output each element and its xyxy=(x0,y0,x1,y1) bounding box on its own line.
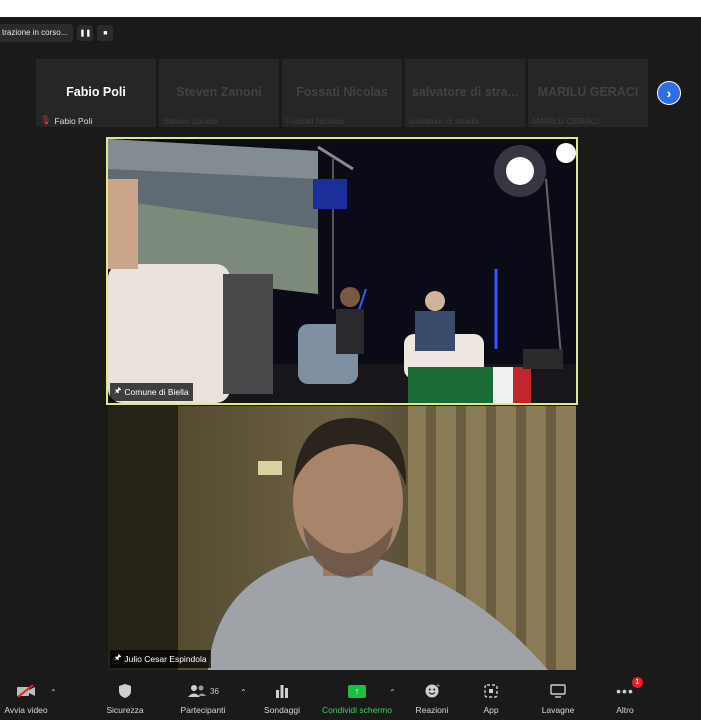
notification-badge: 1 xyxy=(631,677,643,688)
more-label: Altro xyxy=(616,705,634,715)
participant-name: Fossati Nicolas xyxy=(296,85,388,99)
participant-sub-name: Steven Zanoni xyxy=(163,116,218,126)
top-bar xyxy=(0,0,701,17)
participant-label: salvatore di strada xyxy=(409,116,478,126)
webcam-video-image xyxy=(108,406,576,670)
recording-status: trazione in corso... xyxy=(0,24,74,42)
participant-sub-name: salvatore di strada xyxy=(409,116,479,126)
whiteboards-button[interactable]: Lavagne xyxy=(536,680,580,715)
participant-count: 36 xyxy=(210,686,219,696)
participant-label: Fossati Nicolas xyxy=(286,116,344,126)
participant-sub-name: Fabio Poli xyxy=(54,115,93,126)
recording-indicator: trazione in corso... ❚❚ ■ xyxy=(0,24,114,42)
polls-button[interactable]: Sondaggi xyxy=(260,680,304,715)
video-name-tag: 🖈︎ Comune di Biella xyxy=(110,383,193,401)
participant-sub-name: MARILU GERACI xyxy=(532,116,600,126)
participants-label: Partecipanti xyxy=(180,705,226,715)
participant-name: Fabio Poli xyxy=(66,85,126,99)
video-participant-name: Julio Cesar Espindola xyxy=(124,654,207,664)
whiteboard-icon xyxy=(550,680,566,702)
video-off-icon xyxy=(16,680,36,702)
pin-icon: 🖈︎ xyxy=(114,386,122,395)
participant-name: MARILU GERACI xyxy=(537,85,639,99)
svg-text:+: + xyxy=(436,683,440,689)
bar-chart-icon xyxy=(275,680,289,702)
video-options-caret[interactable]: ⌃ xyxy=(50,688,57,697)
video-comune-di-biella[interactable]: 🖈︎ Comune di Biella xyxy=(106,137,578,405)
participant-strip: Fabio Poli 🎙︎ Fabio Poli Steven Zanoni S… xyxy=(36,59,648,127)
mic-muted-icon: 🎙︎ xyxy=(40,115,52,125)
participant-tile[interactable]: Fabio Poli 🎙︎ Fabio Poli xyxy=(36,59,156,127)
reactions-label: Reazioni xyxy=(415,705,449,715)
participants-button[interactable]: 36 Partecipanti xyxy=(172,680,234,715)
apps-label: App xyxy=(483,705,499,715)
share-screen-icon: ↑ xyxy=(348,684,366,698)
apps-button[interactable]: App xyxy=(474,680,508,715)
stop-icon[interactable]: ■ xyxy=(97,25,114,41)
meeting-toolbar: Avvia video ⌃ Sicurezza 36 Partecipanti … xyxy=(0,677,701,720)
share-options-caret[interactable]: ⌃ xyxy=(389,688,396,697)
participant-tile[interactable]: MARILU GERACI MARILU GERACI xyxy=(528,59,648,127)
participant-label: MARILU GERACI xyxy=(532,116,599,126)
more-icon: ••• 1 xyxy=(616,677,643,702)
polls-label: Sondaggi xyxy=(264,705,300,715)
more-button[interactable]: ••• 1 Altro xyxy=(608,677,643,715)
next-page-button[interactable]: › xyxy=(657,81,681,105)
security-button[interactable]: Sicurezza xyxy=(100,680,150,715)
video-name-tag: 🖈︎ Julio Cesar Espindola xyxy=(110,650,211,668)
participant-tile[interactable]: Steven Zanoni Steven Zanoni xyxy=(159,59,279,127)
participant-tile[interactable]: Fossati Nicolas Fossati Nicolas xyxy=(282,59,402,127)
start-video-label: Avvia video xyxy=(4,705,48,715)
share-screen-label: Condividi schermo xyxy=(322,705,392,715)
reactions-button[interactable]: + Reazioni xyxy=(410,680,454,715)
pin-icon: 🖈︎ xyxy=(114,653,122,662)
people-icon xyxy=(188,685,207,697)
participants-options-caret[interactable]: ⌃ xyxy=(240,688,247,697)
smiley-icon: + xyxy=(424,680,440,702)
participant-label: Steven Zanoni xyxy=(163,116,218,126)
participants-icon-group: 36 xyxy=(187,680,219,702)
share-icon-wrap: ↑ xyxy=(348,680,366,702)
video-julio-cesar-espindola[interactable]: 🖈︎ Julio Cesar Espindola xyxy=(108,406,576,670)
participant-label: 🎙︎ Fabio Poli xyxy=(40,115,92,126)
participant-name: Steven Zanoni xyxy=(176,85,262,99)
shield-icon xyxy=(118,680,132,702)
apps-icon xyxy=(484,680,498,702)
stage-video-image xyxy=(108,139,576,403)
pause-icon[interactable]: ❚❚ xyxy=(77,25,94,41)
share-screen-button[interactable]: ↑ Condividi schermo xyxy=(316,680,398,715)
whiteboards-label: Lavagne xyxy=(541,705,575,715)
start-video-button[interactable]: Avvia video xyxy=(2,680,50,715)
video-participant-name: Comune di Biella xyxy=(124,387,189,397)
participant-name: salvatore di stra... xyxy=(411,85,519,99)
participant-tile[interactable]: salvatore di stra... salvatore di strada xyxy=(405,59,525,127)
participant-sub-name: Fossati Nicolas xyxy=(286,116,344,126)
security-label: Sicurezza xyxy=(106,705,144,715)
